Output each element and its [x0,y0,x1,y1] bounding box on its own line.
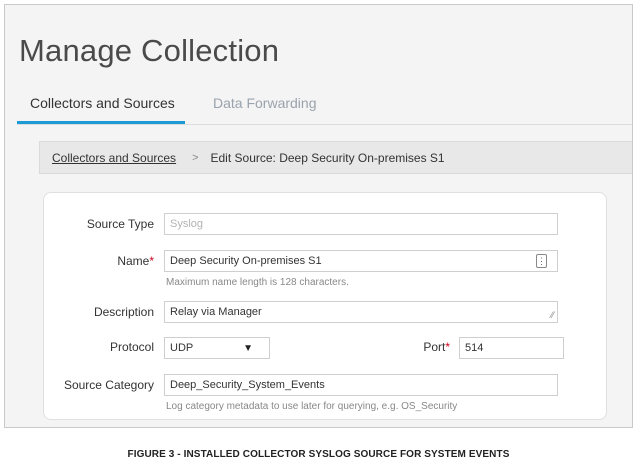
source-category-input[interactable]: Deep_Security_System_Events [164,374,558,396]
description-textarea[interactable]: Relay via Manager ⁄⁄ [164,301,558,323]
required-marker: * [445,340,450,354]
tab-collectors-and-sources[interactable]: Collectors and Sources [17,95,185,124]
breadcrumb-current: Edit Source: Deep Security On-premises S… [210,150,445,165]
tab-bar: Collectors and Sources Data Forwarding [17,93,632,125]
name-label: Name* [117,254,154,268]
chevron-down-icon: ▼ [243,343,253,354]
app-window: Manage Collection Collectors and Sources… [4,4,633,428]
source-type-label: Source Type [86,217,154,231]
protocol-label: Protocol [109,340,154,354]
breadcrumb: Collectors and Sources > Edit Source: De… [39,141,632,174]
protocol-select[interactable]: UDP ▼ [164,337,270,359]
source-type-field: Syslog [164,213,558,235]
description-label: Description [93,305,154,319]
source-category-hint: Log category metadata to use later for q… [166,401,458,412]
port-label: Port* [423,340,450,354]
tab-data-forwarding[interactable]: Data Forwarding [213,95,317,121]
required-marker: * [149,254,154,268]
figure-caption: FIGURE 3 - INSTALLED COLLECTOR SYSLOG SO… [127,449,510,460]
port-input[interactable]: 514 [459,337,564,359]
breadcrumb-link-collectors[interactable]: Collectors and Sources [52,151,176,165]
edit-source-form: Source Type Syslog Name* Deep Security O… [43,192,607,420]
page-title: Manage Collection [19,33,280,68]
resize-handle-icon[interactable]: ⁄⁄ [551,311,554,320]
breadcrumb-separator: > [192,151,199,164]
name-input[interactable]: Deep Security On-premises S1 ⋮ [164,250,558,272]
source-category-label: Source Category [63,378,154,392]
id-card-icon[interactable]: ⋮ [536,254,547,268]
name-hint: Maximum name length is 128 characters. [166,277,349,288]
